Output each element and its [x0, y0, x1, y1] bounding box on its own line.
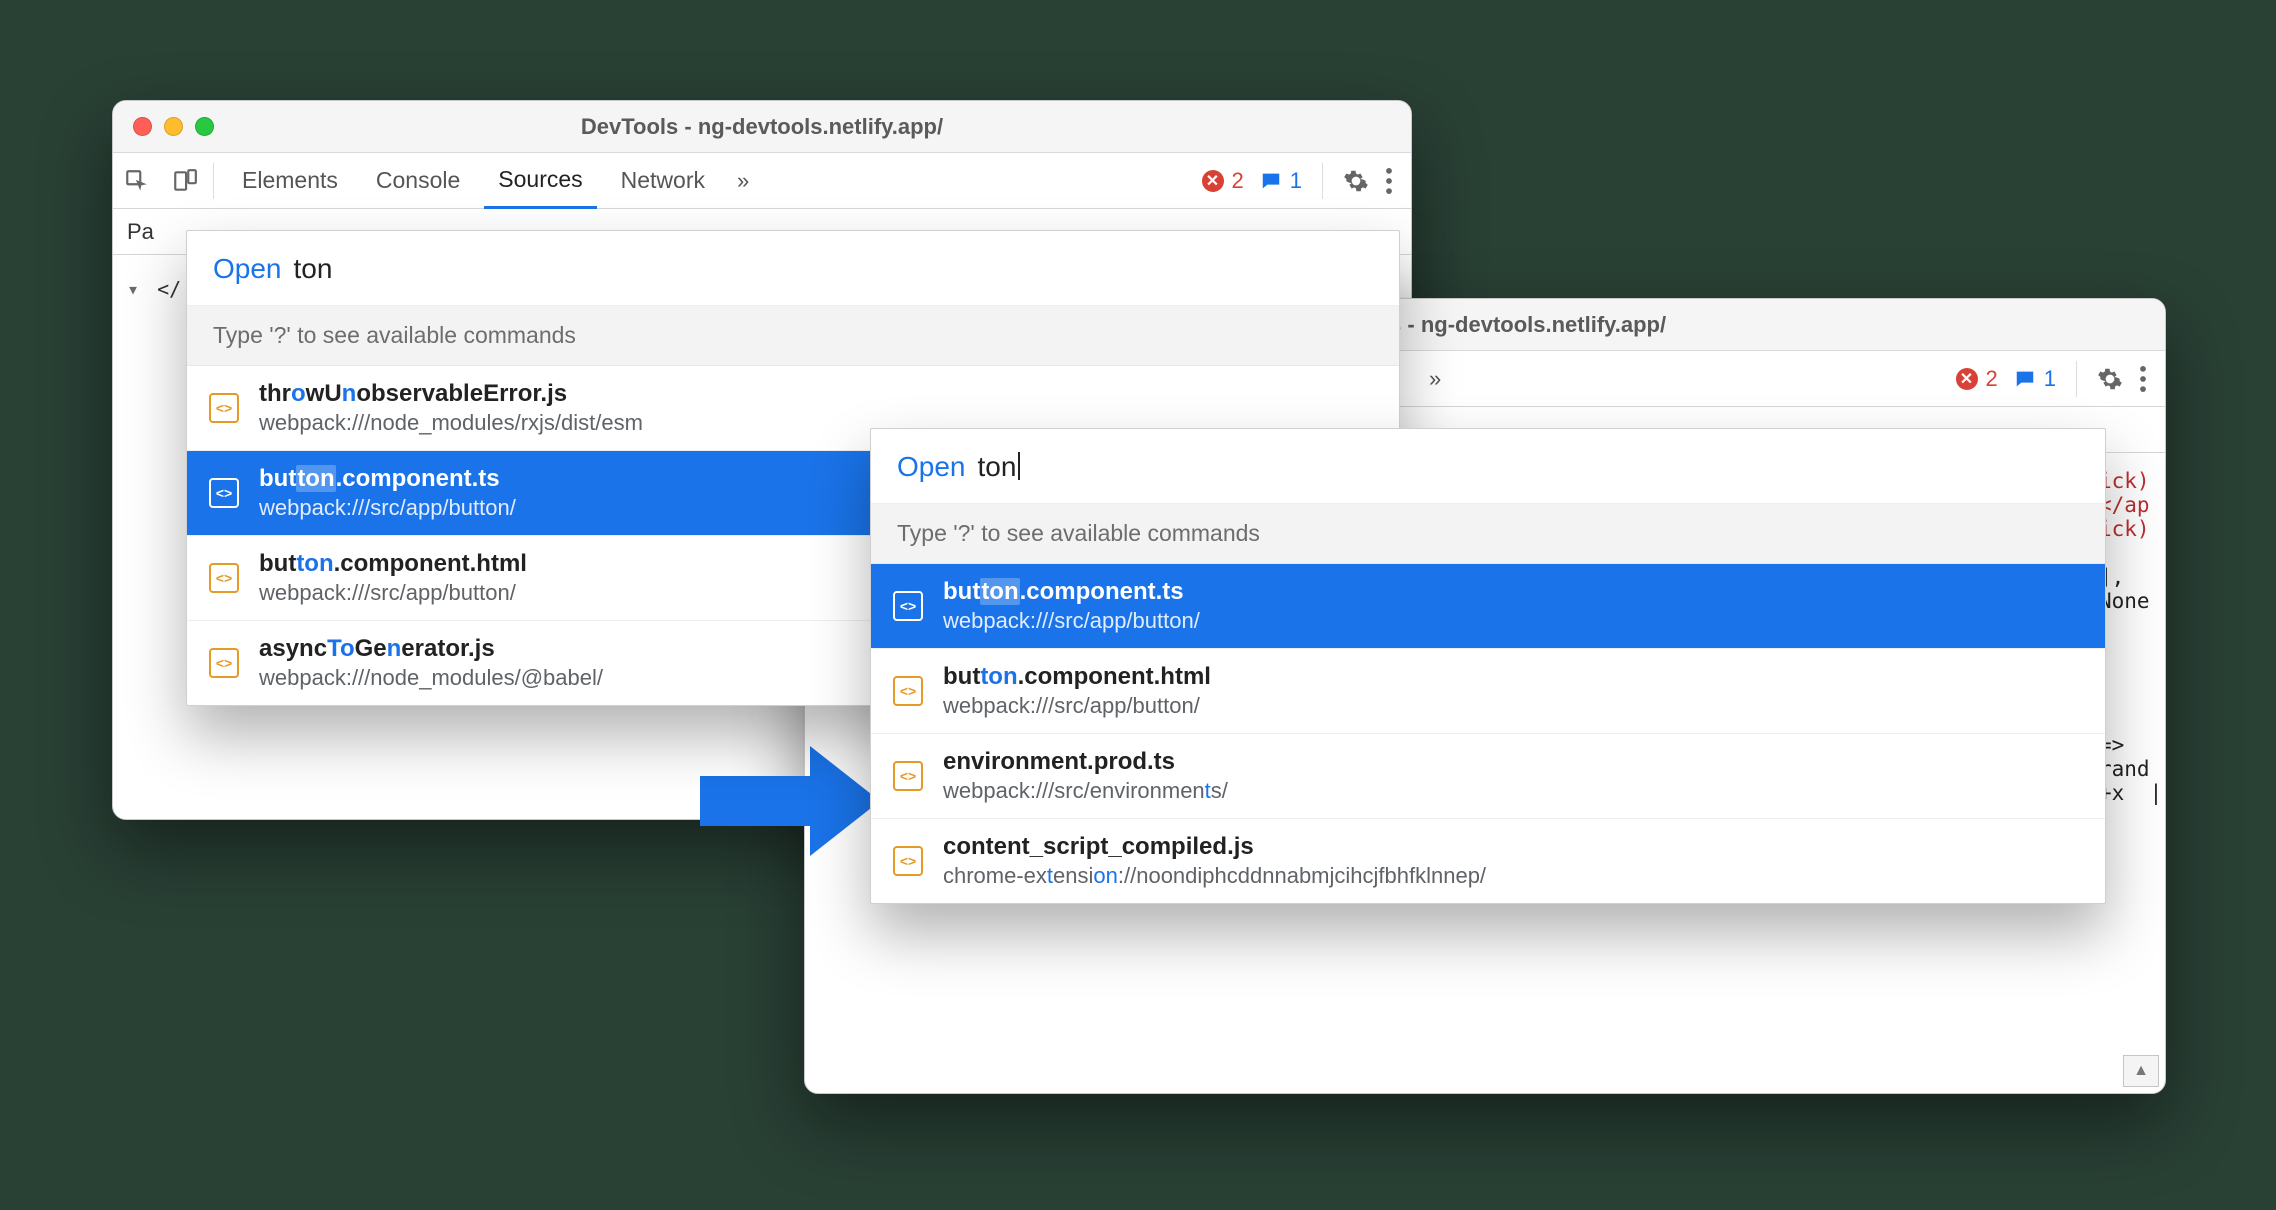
- result-text: button.component.htmlwebpack:///src/app/…: [943, 663, 1211, 719]
- open-prefix: Open: [213, 253, 282, 285]
- result-text: throwUnobservableError.jswebpack:///node…: [259, 380, 643, 436]
- more-tabs-icon[interactable]: »: [737, 168, 749, 194]
- message-badge[interactable]: 1: [1260, 168, 1302, 194]
- result-text: environment.prod.tswebpack:///src/enviro…: [943, 748, 1228, 804]
- device-toggle-icon[interactable]: [161, 153, 209, 208]
- window-title: DevTools - ng-devtools.netlify.app/: [113, 114, 1411, 140]
- titlebar: DevTools - ng-devtools.netlify.app/: [113, 101, 1411, 153]
- tab-console[interactable]: Console: [362, 153, 474, 208]
- result-path: chrome-extension://noondiphcddnnabmjcihc…: [943, 863, 1486, 889]
- command-menu-after: Open ton Type '?' to see available comma…: [870, 428, 2106, 904]
- error-badge[interactable]: ✕ 2: [1202, 168, 1244, 194]
- message-badge[interactable]: 1: [2014, 366, 2056, 392]
- result-title: content_script_compiled.js: [943, 833, 1486, 861]
- kebab-icon[interactable]: [2139, 366, 2147, 392]
- result-title: environment.prod.ts: [943, 748, 1228, 776]
- devtools-tabs: Elements Console Sources Network »: [228, 153, 749, 208]
- message-count: 1: [2044, 366, 2056, 392]
- inspect-icon[interactable]: [113, 153, 161, 208]
- tab-elements[interactable]: Elements: [228, 153, 352, 208]
- kebab-icon[interactable]: [1385, 168, 1393, 194]
- maximize-icon[interactable]: [195, 117, 214, 136]
- result-item[interactable]: <> content_script_compiled.jschrome-exten…: [871, 819, 2105, 903]
- result-title: button.component.html: [259, 550, 527, 578]
- result-item[interactable]: <> environment.prod.tswebpack:///src/envi…: [871, 734, 2105, 819]
- file-icon: <>: [893, 761, 923, 791]
- file-icon: <>: [209, 563, 239, 593]
- tree-item[interactable]: </: [127, 277, 181, 301]
- subbar-fragment: Pa: [127, 219, 154, 245]
- command-query: ton: [294, 253, 333, 285]
- gear-icon[interactable]: [1343, 168, 1369, 194]
- source-text-sliver: ick)</apick) ],None =>rand+x |: [2099, 469, 2161, 805]
- message-icon: [2014, 368, 2036, 390]
- command-input-row[interactable]: Open ton: [187, 231, 1399, 306]
- command-query: ton: [978, 451, 1021, 483]
- more-tabs-icon[interactable]: »: [1429, 366, 1441, 392]
- tab-sources[interactable]: Sources: [484, 154, 596, 209]
- result-title: asyncToGenerator.js: [259, 635, 603, 663]
- traffic-lights: [113, 117, 214, 136]
- error-badge[interactable]: ✕ 2: [1956, 366, 1998, 392]
- command-results: <>button.component.tswebpack:///src/app/…: [871, 564, 2105, 903]
- result-text: button.component.tswebpack:///src/app/bu…: [943, 578, 1200, 634]
- result-text: button.component.htmlwebpack:///src/app/…: [259, 550, 527, 606]
- message-icon: [1260, 170, 1282, 192]
- result-text: button.component.tswebpack:///src/app/bu…: [259, 465, 516, 521]
- result-path: webpack:///src/environments/: [943, 778, 1228, 804]
- message-count: 1: [1290, 168, 1302, 194]
- file-icon: <>: [893, 676, 923, 706]
- file-icon: <>: [893, 591, 923, 621]
- result-path: webpack:///src/app/button/: [943, 608, 1200, 634]
- tab-network[interactable]: Network: [607, 153, 719, 208]
- result-path: webpack:///node_modules/rxjs/dist/esm: [259, 410, 643, 436]
- gear-icon[interactable]: [2097, 366, 2123, 392]
- comparison-arrow-icon: [700, 746, 880, 856]
- result-title: button.component.ts: [259, 465, 516, 493]
- file-icon: <>: [893, 846, 923, 876]
- result-text: asyncToGenerator.jswebpack:///node_modul…: [259, 635, 603, 691]
- error-count: 2: [1232, 168, 1244, 194]
- result-item[interactable]: <> button.component.htmlwebpack:///src/ap…: [871, 649, 2105, 734]
- result-path: webpack:///src/app/button/: [259, 580, 527, 606]
- close-icon[interactable]: [133, 117, 152, 136]
- minimize-icon[interactable]: [164, 117, 183, 136]
- result-text: content_script_compiled.jschrome-extensi…: [943, 833, 1486, 889]
- scroll-toggle-icon[interactable]: ▲: [2123, 1055, 2159, 1087]
- result-item[interactable]: <> button.component.tswebpack:///src/app/…: [871, 564, 2105, 649]
- result-path: webpack:///node_modules/@babel/: [259, 665, 603, 691]
- result-title: throwUnobservableError.js: [259, 380, 643, 408]
- error-icon: ✕: [1956, 368, 1978, 390]
- result-path: webpack:///src/app/button/: [943, 693, 1211, 719]
- error-icon: ✕: [1202, 170, 1224, 192]
- devtools-toolbar: Elements Console Sources Network » ✕ 2 1: [113, 153, 1411, 209]
- error-count: 2: [1986, 366, 1998, 392]
- command-hint: Type '?' to see available commands: [871, 504, 2105, 564]
- command-input-row[interactable]: Open ton: [871, 429, 2105, 504]
- file-icon: <>: [209, 393, 239, 423]
- result-title: button.component.html: [943, 663, 1211, 691]
- result-title: button.component.ts: [943, 578, 1200, 606]
- file-icon: <>: [209, 648, 239, 678]
- file-icon: <>: [209, 478, 239, 508]
- command-hint: Type '?' to see available commands: [187, 306, 1399, 366]
- result-path: webpack:///src/app/button/: [259, 495, 516, 521]
- open-prefix: Open: [897, 451, 966, 483]
